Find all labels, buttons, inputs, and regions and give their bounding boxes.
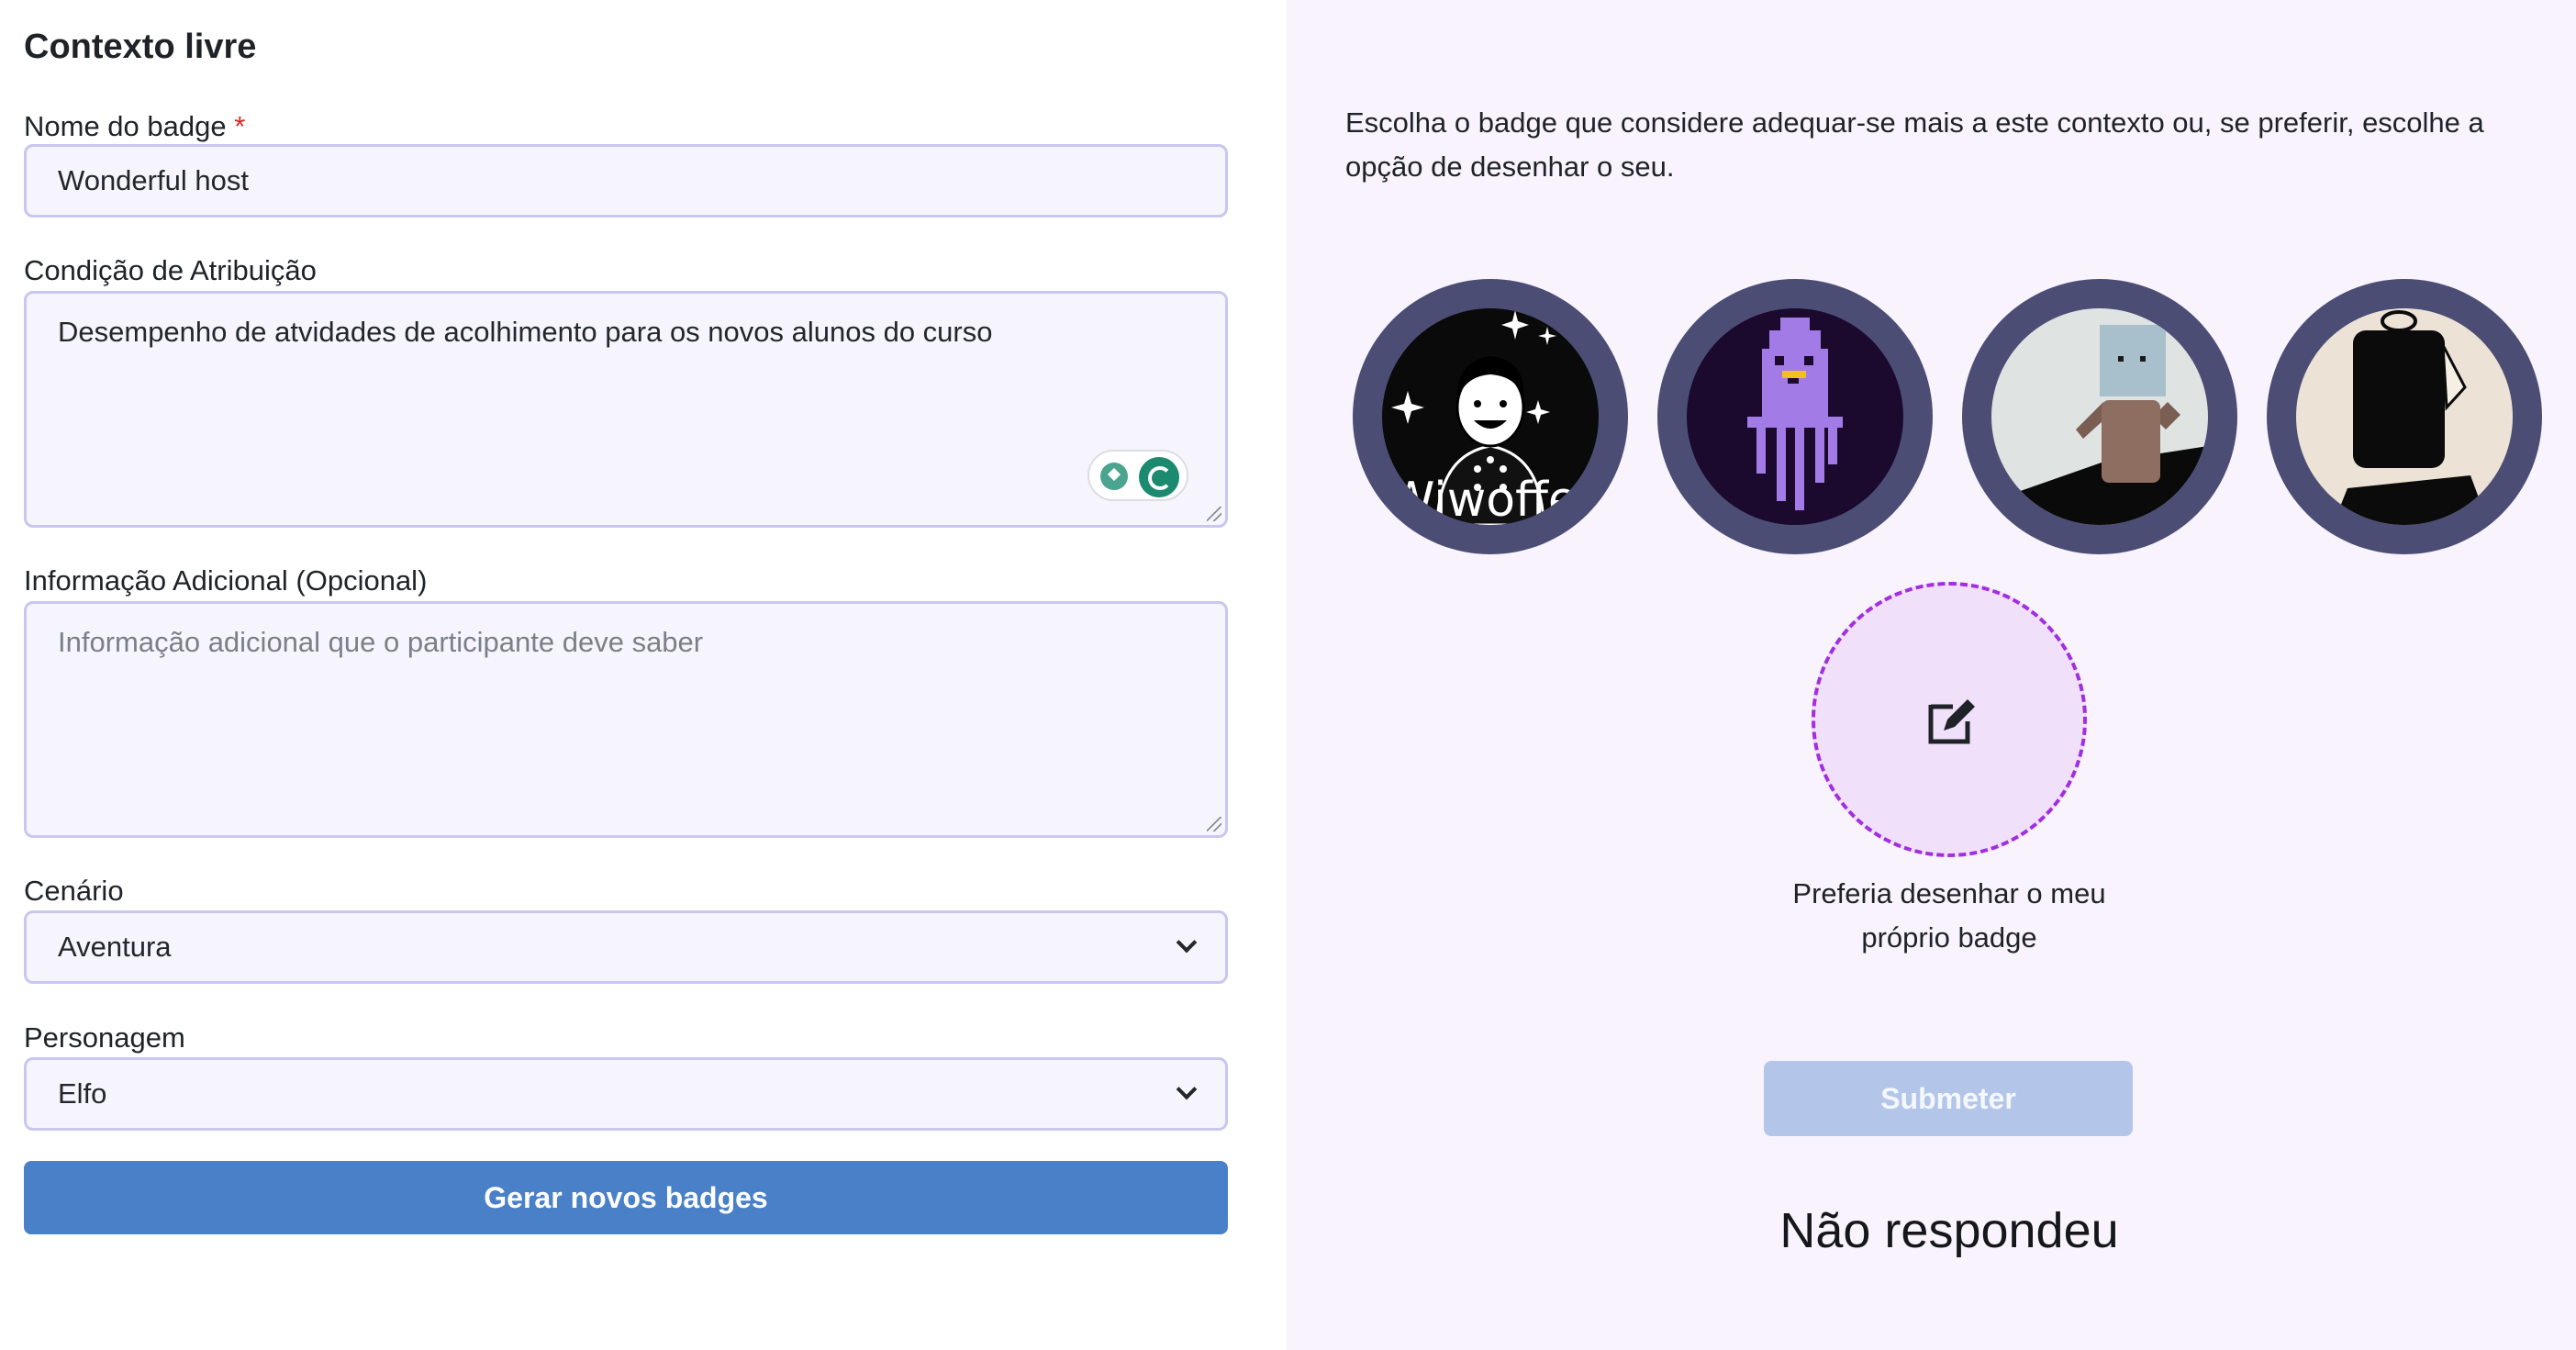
scenario-selected: Aventura (58, 931, 172, 963)
condition-label: Condição de Atribuição (24, 254, 317, 286)
badge-name-label-text: Nome do badge (24, 110, 227, 142)
badge-form-panel: Contexto livre Nome do badge * Wonderful… (0, 0, 1287, 1350)
draw-own-badge-label: Preferia desenhar o meu próprio badge (1792, 877, 2106, 954)
additional-info-label: Informação Adicional (Opcional) (24, 564, 428, 597)
submit-button[interactable]: Submeter (1764, 1061, 2133, 1136)
badge-option-3[interactable] (1962, 279, 2237, 554)
scenario-select[interactable]: Aventura (24, 910, 1228, 984)
condition-textarea[interactable]: Desempenho de atvidades de acolhimento p… (24, 291, 1228, 528)
character-label: Personagem (24, 1021, 185, 1054)
cartoon-man-illustration: Wiwoffed (1382, 308, 1599, 525)
abstract-dark-shape-illustration (2296, 308, 2513, 525)
badge-image-2 (1687, 308, 1903, 525)
chevron-down-icon (1176, 932, 1198, 954)
character-select[interactable]: Elfo (24, 1057, 1228, 1131)
badge-option-1[interactable]: Wiwoffed (1353, 279, 1628, 554)
form-title: Contexto livre (24, 28, 257, 66)
badge-1-text: Wiwoffed (1388, 473, 1599, 525)
badge-name-label: Nome do badge * (24, 110, 245, 143)
badge-image-3 (1991, 308, 2208, 525)
pixel-squid-illustration (1687, 308, 1903, 525)
draw-own-badge-option[interactable] (1812, 582, 2087, 857)
resize-handle-icon[interactable] (1207, 817, 1221, 831)
scenario-label: Cenário (24, 875, 124, 907)
grammarly-widget[interactable] (1087, 450, 1188, 501)
lightbulb-icon[interactable] (1100, 463, 1128, 490)
badge-image-1: Wiwoffed (1382, 308, 1599, 525)
resize-handle-icon[interactable] (1207, 507, 1221, 521)
response-status: Não respondeu (1779, 1203, 2119, 1258)
grammarly-icon[interactable] (1139, 457, 1179, 497)
badge-image-4 (2296, 308, 2513, 525)
badge-option-2[interactable] (1657, 279, 1933, 554)
additional-info-placeholder: Informação adicional que o participante … (58, 626, 704, 658)
edit-icon (1928, 699, 1975, 744)
gallery-intro: Escolha o badge que considere adequar-se… (1345, 106, 2484, 183)
box-figure-illustration (1991, 308, 2208, 525)
required-mark: * (234, 110, 246, 142)
badge-gallery-panel: Escolha o badge que considere adequar-se… (1287, 0, 2576, 1350)
badge-option-4[interactable] (2267, 279, 2542, 554)
character-selected: Elfo (58, 1077, 107, 1110)
badge-name-input[interactable]: Wonderful host (24, 144, 1228, 218)
badge-name-value: Wonderful host (58, 164, 249, 196)
additional-info-textarea[interactable]: Informação adicional que o participante … (24, 601, 1228, 838)
condition-value: Desempenho de atvidades de acolhimento p… (58, 316, 993, 348)
chevron-down-icon (1176, 1078, 1198, 1100)
generate-badges-button[interactable]: Gerar novos badges (24, 1161, 1228, 1234)
